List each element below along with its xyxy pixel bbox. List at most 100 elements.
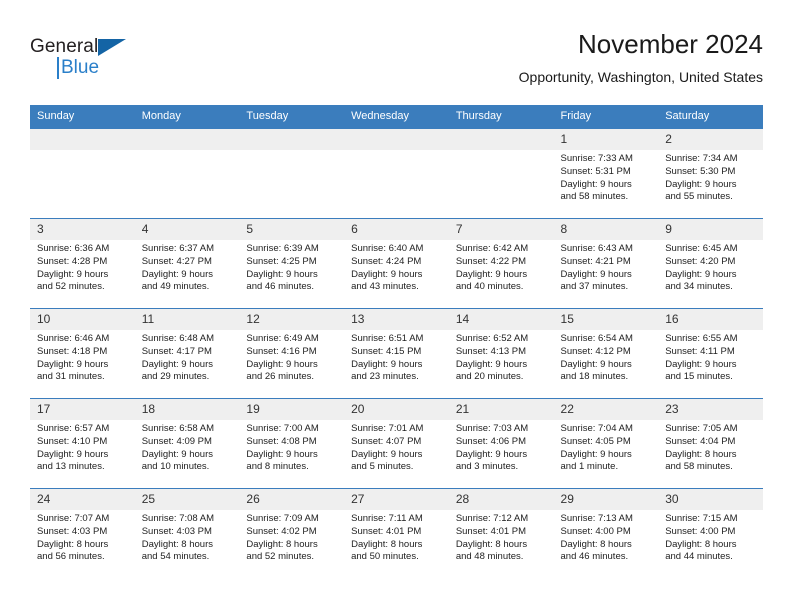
day-detail-line: Daylight: 9 hours [246,448,318,460]
day-detail-line: Sunset: 4:21 PM [560,255,631,267]
day-detail-line: and 15 minutes. [665,371,733,383]
day-detail-line: Daylight: 8 hours [455,538,528,550]
calendar-day-cell[interactable]: 30 Sunrise: 7:15 AM Sunset: 4:00 PM Dayligh… [658,488,763,578]
day-number: 15 [553,309,659,330]
day-detail-line: and 26 minutes. [246,371,315,383]
day-detail-line: Daylight: 9 hours [141,448,213,460]
day-number: 20 [344,399,449,420]
calendar-day-cell[interactable]: 10 Sunrise: 6:46 AM Sunset: 4:18 PM Dayligh… [30,308,135,399]
calendar-day-cell[interactable]: 22 Sunrise: 7:04 AM Sunset: 4:05 PM Dayligh… [553,398,659,489]
calendar-day-cell[interactable]: 17 Sunrise: 6:57 AM Sunset: 4:10 PM Dayligh… [30,398,135,489]
day-detail-line: and 13 minutes. [37,461,105,473]
calendar-day-cell[interactable]: 11 Sunrise: 6:48 AM Sunset: 4:17 PM Dayligh… [134,308,240,399]
day-detail-line: and 3 minutes. [455,461,519,473]
day-detail-line: Daylight: 8 hours [665,448,737,460]
calendar-day-cell[interactable]: 4 Sunrise: 6:37 AM Sunset: 4:27 PM Daylight… [134,218,240,309]
calendar-day-cell[interactable]: 9 Sunrise: 6:45 AM Sunset: 4:20 PM Daylight… [658,218,763,309]
calendar-page: General Blue November 2024 Opportunity, … [0,0,792,612]
calendar-table: Sunday Monday Tuesday Wednesday Thursday Frid… [30,105,763,578]
weekday-header-saturday: Saturday [658,105,763,129]
page-title: November 2024 [578,29,763,59]
calendar-day-cell[interactable]: 2 Sunrise: 7:34 AM Sunset: 5:30 PM Daylight… [658,128,763,219]
calendar-day-cell[interactable]: 24 Sunrise: 7:07 AM Sunset: 4:03 PM Dayligh… [30,488,135,578]
day-detail-line: Sunset: 4:03 PM [37,525,108,537]
weekday-header-monday: Monday [134,105,240,129]
day-detail-line: Sunrise: 6:48 AM [141,333,215,344]
day-detail-text: Sunrise: 6:55 AM Sunset: 4:11 PM Daylight:… [658,330,763,384]
calendar-day-cell[interactable]: 14 Sunrise: 6:52 AM Sunset: 4:13 PM Dayligh… [448,308,554,399]
day-detail-line: Daylight: 8 hours [246,538,318,550]
calendar-day-cell[interactable]: 20 Sunrise: 7:01 AM Sunset: 4:07 PM Dayligh… [344,398,449,489]
calendar-day-cell[interactable]: 26 Sunrise: 7:09 AM Sunset: 4:02 PM Dayligh… [239,488,345,578]
day-detail-line: Sunset: 4:18 PM [37,345,108,357]
day-detail-text: Sunrise: 7:34 AM Sunset: 5:30 PM Daylight:… [658,150,763,204]
calendar-day-cell[interactable]: 8 Sunrise: 6:43 AM Sunset: 4:21 PM Daylight… [553,218,659,309]
day-detail-line: and 1 minute. [560,461,619,473]
calendar-day-cell[interactable]: 25 Sunrise: 7:08 AM Sunset: 4:03 PM Dayligh… [134,488,240,578]
calendar-day-cell[interactable]: 29 Sunrise: 7:13 AM Sunset: 4:00 PM Dayligh… [553,488,659,578]
day-detail-line: Sunset: 4:08 PM [246,435,317,447]
day-detail-text: Sunrise: 7:00 AM Sunset: 4:08 PM Daylight:… [239,420,344,474]
day-number: 26 [239,489,345,510]
day-detail-text [135,150,240,153]
calendar-day-cell[interactable]: 23 Sunrise: 7:05 AM Sunset: 4:04 PM Dayligh… [658,398,763,489]
day-detail-line: and 46 minutes. [560,551,629,563]
day-number: 19 [239,399,345,420]
day-detail-text [30,150,135,153]
day-detail-text: Sunrise: 7:13 AM Sunset: 4:00 PM Daylight:… [554,510,659,564]
calendar-day-cell-empty [239,128,345,219]
calendar-day-cell[interactable]: 13 Sunrise: 6:51 AM Sunset: 4:15 PM Dayligh… [344,308,449,399]
calendar-day-cell[interactable]: 15 Sunrise: 6:54 AM Sunset: 4:12 PM Dayligh… [553,308,659,399]
calendar-day-cell[interactable]: 28 Sunrise: 7:12 AM Sunset: 4:01 PM Dayligh… [448,488,554,578]
day-detail-line: Daylight: 9 hours [455,358,528,370]
day-detail-line: Sunset: 4:04 PM [665,435,736,447]
day-detail-text: Sunrise: 7:33 AM Sunset: 5:31 PM Daylight:… [554,150,659,204]
calendar-day-cell[interactable]: 5 Sunrise: 6:39 AM Sunset: 4:25 PM Daylight… [239,218,345,309]
day-detail-line: Sunrise: 6:42 AM [455,243,529,254]
general-blue-logo[interactable]: General Blue [30,36,190,84]
calendar-day-cell-empty [344,128,449,219]
day-detail-line: Sunrise: 6:45 AM [665,243,738,254]
calendar-day-cell[interactable]: 1 Sunrise: 7:33 AM Sunset: 5:31 PM Daylight… [553,128,659,219]
day-detail-text: Sunrise: 6:42 AM Sunset: 4:22 PM Daylight:… [449,240,554,294]
day-detail-line: and 44 minutes. [665,551,733,563]
weekday-header-friday: Friday [553,105,659,129]
day-number: 9 [658,219,763,240]
logo-divider-bar [57,57,59,79]
day-detail-line: and 20 minutes. [455,371,524,383]
calendar-day-cell[interactable]: 6 Sunrise: 6:40 AM Sunset: 4:24 PM Daylight… [344,218,449,309]
day-detail-line: Sunset: 4:07 PM [351,435,422,447]
day-detail-line: Daylight: 8 hours [665,538,737,550]
day-detail-line: and 52 minutes. [37,281,105,293]
day-detail-line: and 8 minutes. [246,461,309,473]
day-detail-line: Sunrise: 7:11 AM [351,513,423,524]
day-detail-line: Daylight: 9 hours [560,178,632,190]
day-number: 10 [30,309,135,330]
calendar-day-cell[interactable]: 21 Sunrise: 7:03 AM Sunset: 4:06 PM Dayligh… [448,398,554,489]
day-detail-text: Sunrise: 6:54 AM Sunset: 4:12 PM Daylight:… [554,330,659,384]
calendar-day-cell[interactable]: 18 Sunrise: 6:58 AM Sunset: 4:09 PM Dayligh… [134,398,240,489]
calendar-day-cell[interactable]: 27 Sunrise: 7:11 AM Sunset: 4:01 PM Dayligh… [344,488,449,578]
calendar-day-cell[interactable]: 16 Sunrise: 6:55 AM Sunset: 4:11 PM Dayligh… [658,308,763,399]
calendar-day-cell[interactable]: 12 Sunrise: 6:49 AM Sunset: 4:16 PM Dayligh… [239,308,345,399]
day-number: 17 [30,399,135,420]
day-number: 3 [30,219,135,240]
day-detail-line: and 58 minutes. [560,191,629,203]
calendar-day-cell[interactable]: 3 Sunrise: 6:36 AM Sunset: 4:28 PM Daylight… [30,218,135,309]
day-number: 4 [134,219,240,240]
day-detail-line: Sunrise: 6:36 AM [37,243,110,254]
calendar-day-cell-empty [134,128,240,219]
day-number [448,129,554,150]
calendar-day-cell[interactable]: 19 Sunrise: 7:00 AM Sunset: 4:08 PM Dayligh… [239,398,345,489]
day-detail-text: Sunrise: 7:01 AM Sunset: 4:07 PM Daylight:… [344,420,449,474]
day-detail-line: and 10 minutes. [141,461,210,473]
day-detail-line: Sunrise: 6:52 AM [455,333,529,344]
day-number: 21 [448,399,554,420]
day-detail-line: Sunset: 4:02 PM [246,525,317,537]
day-detail-text: Sunrise: 6:49 AM Sunset: 4:16 PM Daylight:… [239,330,344,384]
day-detail-line: Sunrise: 6:40 AM [351,243,424,254]
day-detail-line: Daylight: 9 hours [351,448,423,460]
day-detail-line: Daylight: 9 hours [455,268,528,280]
calendar-day-cell[interactable]: 7 Sunrise: 6:42 AM Sunset: 4:22 PM Daylight… [448,218,554,309]
day-detail-line: and 18 minutes. [560,371,629,383]
